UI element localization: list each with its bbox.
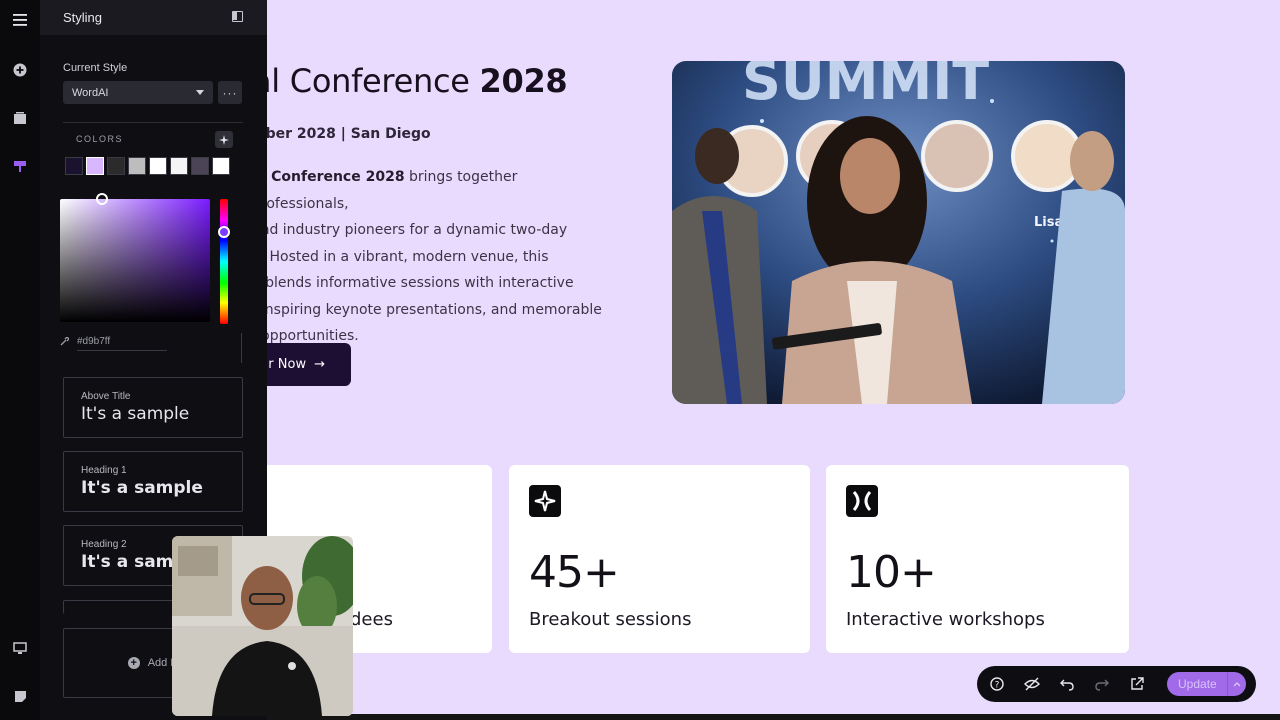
stat-number: 10+ xyxy=(846,547,937,598)
cross-icon xyxy=(846,485,878,517)
left-icon-rail xyxy=(0,0,40,720)
style-more-button[interactable]: ··· xyxy=(218,81,242,104)
colors-section-title: COLORS xyxy=(76,134,124,144)
typography-sample: It's a sample xyxy=(81,404,190,424)
pages-icon[interactable] xyxy=(10,108,30,128)
stat-label: dees xyxy=(350,609,393,630)
color-swatches xyxy=(65,157,230,175)
styling-icon[interactable] xyxy=(10,156,30,176)
conference-photo: SUMMIT Lisa xyxy=(672,61,1125,404)
hero-desc-line-5: , inspiring keynote presentations, and m… xyxy=(252,301,602,318)
add-icon[interactable] xyxy=(10,60,30,80)
update-button[interactable]: Update xyxy=(1167,672,1246,696)
stat-card-workshops[interactable]: 10+ Interactive workshops xyxy=(826,465,1129,653)
svg-text:?: ? xyxy=(995,681,1000,691)
panel-toggle-icon[interactable] xyxy=(232,11,243,22)
caret-down-icon xyxy=(196,90,204,95)
typography-label: Above Title xyxy=(81,391,131,402)
sparkle-icon xyxy=(529,485,561,517)
hero-title-bold: 2028 xyxy=(479,62,568,100)
color-swatch[interactable] xyxy=(191,157,209,175)
bottom-strip xyxy=(267,714,1280,720)
color-swatch-selected[interactable] xyxy=(86,157,104,175)
hero-desc-line-4: e blends informative sessions with inter… xyxy=(252,275,574,291)
stat-number: 45+ xyxy=(529,547,620,598)
hero-date[interactable]: ober 2028 | San Diego xyxy=(256,126,431,142)
color-swatch[interactable] xyxy=(107,157,125,175)
hero-desc-line-3: e. Hosted in a vibrant, modern venue, th… xyxy=(252,248,549,265)
arrow-right-icon: → xyxy=(314,357,325,372)
webcam-overlay xyxy=(172,536,353,716)
saturation-picker[interactable] xyxy=(60,199,210,322)
notes-icon[interactable] xyxy=(10,686,30,706)
stat-label: Breakout sessions xyxy=(529,609,692,630)
typography-card-above-title[interactable]: Above Title It's a sample xyxy=(63,377,243,438)
color-swatch[interactable] xyxy=(212,157,230,175)
typography-label: Heading 1 xyxy=(81,465,127,476)
stat-label: Interactive workshops xyxy=(846,609,1045,630)
help-icon[interactable]: ? xyxy=(987,674,1007,694)
divider xyxy=(63,122,243,123)
stat-card-breakout[interactable]: 45+ Breakout sessions xyxy=(509,465,810,653)
hue-slider[interactable] xyxy=(220,199,228,324)
bottom-toolbar: ? Update xyxy=(977,666,1256,702)
menu-icon[interactable] xyxy=(10,10,30,30)
chevron-up-icon[interactable] xyxy=(1227,672,1246,696)
external-link-icon[interactable] xyxy=(1127,674,1147,694)
hex-input-row: #d9b7ff xyxy=(60,333,242,363)
hero-desc-bold: al Conference 2028 xyxy=(252,169,405,185)
current-style-value: WordAI xyxy=(72,86,109,99)
desktop-icon[interactable] xyxy=(10,638,30,658)
hide-icon[interactable] xyxy=(1022,674,1042,694)
panel-title: Styling xyxy=(63,10,103,25)
color-swatch[interactable] xyxy=(65,157,83,175)
eyedropper-icon[interactable] xyxy=(60,337,69,346)
plus-icon: + xyxy=(127,657,140,669)
presenter-video xyxy=(172,536,353,716)
hex-input[interactable]: #d9b7ff xyxy=(77,336,110,347)
hex-underline xyxy=(77,350,167,351)
more-icon: ··· xyxy=(222,85,238,100)
current-style-label: Current Style xyxy=(63,62,128,74)
undo-icon[interactable] xyxy=(1057,674,1077,694)
current-style-select[interactable]: WordAI xyxy=(63,81,213,104)
hero-photo[interactable]: SUMMIT Lisa xyxy=(672,61,1125,404)
update-button-label: Update xyxy=(1178,677,1217,691)
color-swatch[interactable] xyxy=(170,157,188,175)
hero-desc-line-2: and industry pioneers for a dynamic two-… xyxy=(252,222,568,238)
hero-description[interactable]: al Conference 2028 brings together profe… xyxy=(252,164,614,350)
hue-handle[interactable] xyxy=(218,226,230,238)
saturation-handle[interactable] xyxy=(96,193,108,205)
hero-title[interactable]: al Conference 2028 xyxy=(252,62,568,100)
hex-bracket xyxy=(241,333,242,363)
color-swatch[interactable] xyxy=(128,157,146,175)
hero-title-regular: al Conference xyxy=(252,62,480,100)
color-picker-icon[interactable] xyxy=(215,131,233,148)
photo-sign-text: SUMMIT xyxy=(742,61,989,112)
redo-icon[interactable] xyxy=(1092,674,1112,694)
color-swatch[interactable] xyxy=(149,157,167,175)
panel-header: Styling xyxy=(40,0,267,35)
register-button-label: r Now xyxy=(268,357,307,372)
typography-sample: It's a sample xyxy=(81,478,203,498)
typography-card-heading-1[interactable]: Heading 1 It's a sample xyxy=(63,451,243,512)
